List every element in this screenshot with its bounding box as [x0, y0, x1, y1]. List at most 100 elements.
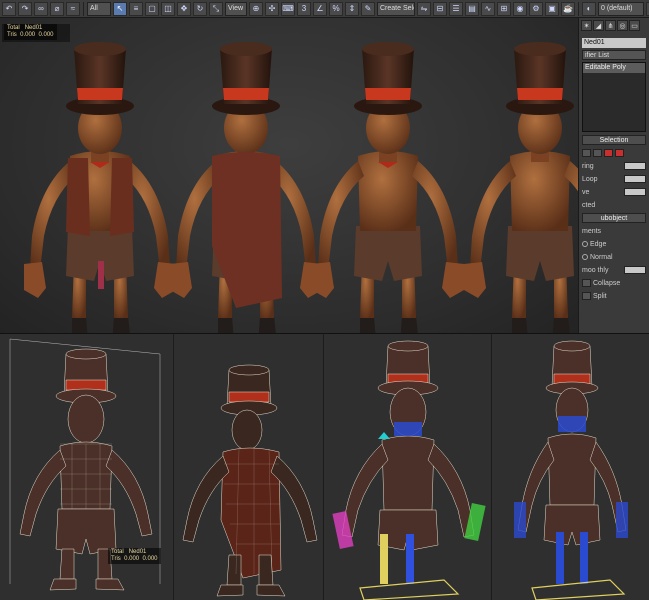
rendered-frame-icon[interactable]: ▣ — [545, 1, 559, 16]
jaw-control-back — [558, 416, 586, 432]
keyboard-shortcut-icon[interactable]: ⌨ — [281, 1, 295, 16]
layer-manager-icon[interactable]: ☰ — [449, 1, 463, 16]
modifier-stack[interactable]: Editable Poly — [582, 62, 646, 132]
command-panel: ✶ ◢ ⋔ ◎ ▭ Ned01 ifier List Editable Poly… — [578, 18, 649, 333]
redo-icon[interactable]: ↷ — [18, 1, 32, 16]
rig-back — [514, 340, 628, 600]
stats-tris-object: 0.000 — [38, 32, 54, 38]
normal-label: Normal — [590, 253, 613, 261]
rig-viewport-back[interactable] — [491, 333, 649, 600]
mirror-icon[interactable]: ⇋ — [417, 1, 431, 16]
polygon-stats-top: Total Ned01 Tris 0.000 0.000 — [4, 24, 57, 40]
bind-spacewarp-icon[interactable]: ≈ — [66, 1, 80, 16]
vertex-row: ve — [582, 187, 646, 197]
vertex-mode-icon[interactable] — [582, 149, 591, 157]
render-setup-icon[interactable]: ⚙ — [529, 1, 543, 16]
stats-bottom-tris-object: 0.000 — [142, 556, 158, 562]
subobject-rollout[interactable]: ubobject — [582, 213, 646, 223]
rect-selection-icon[interactable]: ▢ — [145, 1, 159, 16]
layer-visible-icon[interactable]: ◐ — [582, 1, 596, 16]
hierarchy-tab-icon[interactable]: ⋔ — [605, 20, 616, 31]
schematic-view-icon[interactable]: ⊞ — [497, 1, 511, 16]
split-row: Split — [582, 291, 646, 301]
collapse-icon[interactable] — [582, 279, 591, 287]
edge-radio[interactable] — [582, 241, 588, 247]
root-control-back — [531, 579, 626, 600]
reference-coord-dropdown[interactable]: View — [225, 1, 247, 16]
left-hand-control-back — [514, 502, 526, 538]
collapse-row: Collapse — [582, 278, 646, 288]
right-leg-ik-back — [580, 532, 588, 584]
object-name-field[interactable]: Ned01 — [582, 38, 646, 48]
split-label: Split — [593, 292, 607, 300]
stats-tris-label: Tris — [7, 32, 17, 38]
snap-toggle-icon[interactable]: 3 — [297, 1, 311, 16]
loop-spinner[interactable] — [624, 175, 646, 183]
named-selection-set-dropdown[interactable]: Create Selection Set — [377, 1, 415, 16]
select-manipulate-icon[interactable]: ✣ — [265, 1, 279, 16]
wire-character-4 — [517, 340, 627, 546]
motion-tab-icon[interactable]: ◎ — [617, 20, 628, 31]
graphite-ribbon-icon[interactable]: ▤ — [465, 1, 479, 16]
border-mode-icon[interactable] — [604, 149, 613, 157]
select-object-icon[interactable]: ↖ — [113, 1, 127, 16]
root-control — [359, 579, 460, 600]
link-icon[interactable]: ∞ — [34, 1, 48, 16]
normal-radio-row: Normal — [582, 252, 646, 262]
command-panel-tabs: ✶ ◢ ⋔ ◎ ▭ — [579, 18, 649, 36]
window-crossing-icon[interactable]: ◫ — [161, 1, 175, 16]
layer-dropdown[interactable]: 0 (default) — [598, 1, 644, 16]
modify-tab-icon[interactable]: ◢ — [593, 20, 604, 31]
left-leg-ik-back — [556, 532, 564, 584]
material-editor-icon[interactable]: ◉ — [513, 1, 527, 16]
split-checkbox[interactable] — [582, 292, 591, 300]
stats-bottom-total-label: Total — [111, 549, 124, 555]
display-tab-icon[interactable]: ▭ — [629, 20, 640, 31]
selection-filter-dropdown[interactable]: All — [87, 1, 111, 16]
select-move-icon[interactable]: ✥ — [177, 1, 191, 16]
ring-row: ring — [582, 161, 646, 171]
loop-row: Loop — [582, 174, 646, 184]
wireframe-viewport-front[interactable]: Total Ned01 Tris 0.000 0.000 — [0, 333, 173, 600]
character-back-novest-render — [464, 42, 578, 333]
edge-mode-icon[interactable] — [593, 149, 602, 157]
select-scale-icon[interactable]: ⤡ — [209, 1, 223, 16]
perspective-viewport[interactable]: Total Ned01 Tris 0.000 0.000 — [0, 18, 578, 333]
toolbar-divider — [578, 1, 579, 16]
selected-label: cted — [582, 201, 596, 209]
wireframe-viewport-back[interactable] — [173, 333, 323, 600]
collapse-label[interactable]: Collapse — [593, 280, 620, 287]
rig-viewport-front[interactable] — [323, 333, 491, 600]
align-icon[interactable]: ⊟ — [433, 1, 447, 16]
stack-item-editable-poly[interactable]: Editable Poly — [583, 63, 645, 73]
loop-label: Loop — [582, 175, 598, 183]
percent-snap-icon[interactable]: % — [329, 1, 343, 16]
select-rotate-icon[interactable]: ↻ — [193, 1, 207, 16]
polygon-mode-icon[interactable] — [615, 149, 624, 157]
selection-rollout-header[interactable]: Selection — [582, 135, 646, 145]
selected-row: cted — [582, 200, 646, 210]
render-icon[interactable]: ☕ — [561, 1, 575, 16]
ring-spinner[interactable] — [624, 162, 646, 170]
rendered-characters-view — [2, 24, 578, 333]
smooth-spinner[interactable] — [624, 266, 646, 274]
spinner-snap-icon[interactable]: ⇕ — [345, 1, 359, 16]
unlink-icon[interactable]: ⌀ — [50, 1, 64, 16]
undo-icon[interactable]: ↶ — [2, 1, 16, 16]
modifier-list-dropdown[interactable]: ifier List — [582, 50, 646, 60]
normal-radio[interactable] — [582, 254, 588, 260]
select-by-name-icon[interactable]: ≡ — [129, 1, 143, 16]
create-tab-icon[interactable]: ✶ — [581, 20, 592, 31]
main-toolbar: ↶ ↷ ∞ ⌀ ≈ All ↖ ≡ ▢ ◫ ✥ ↻ ⤡ View ⊕ ✣ ⌨ 3… — [0, 0, 649, 18]
angle-snap-icon[interactable]: ∠ — [313, 1, 327, 16]
edge-label: Edge — [590, 240, 607, 248]
edit-named-sets-icon[interactable]: ✎ — [361, 1, 375, 16]
left-leg-ik — [380, 534, 388, 584]
vertex-spinner[interactable] — [624, 188, 646, 196]
curve-editor-icon[interactable]: ∿ — [481, 1, 495, 16]
vertex-label: ve — [582, 188, 590, 196]
stats-tris-total: 0.000 — [20, 32, 36, 38]
polygon-stats-bottom: Total Ned01 Tris 0.000 0.000 — [108, 548, 161, 564]
pivot-center-icon[interactable]: ⊕ — [249, 1, 263, 16]
wireframe-back — [182, 364, 318, 597]
